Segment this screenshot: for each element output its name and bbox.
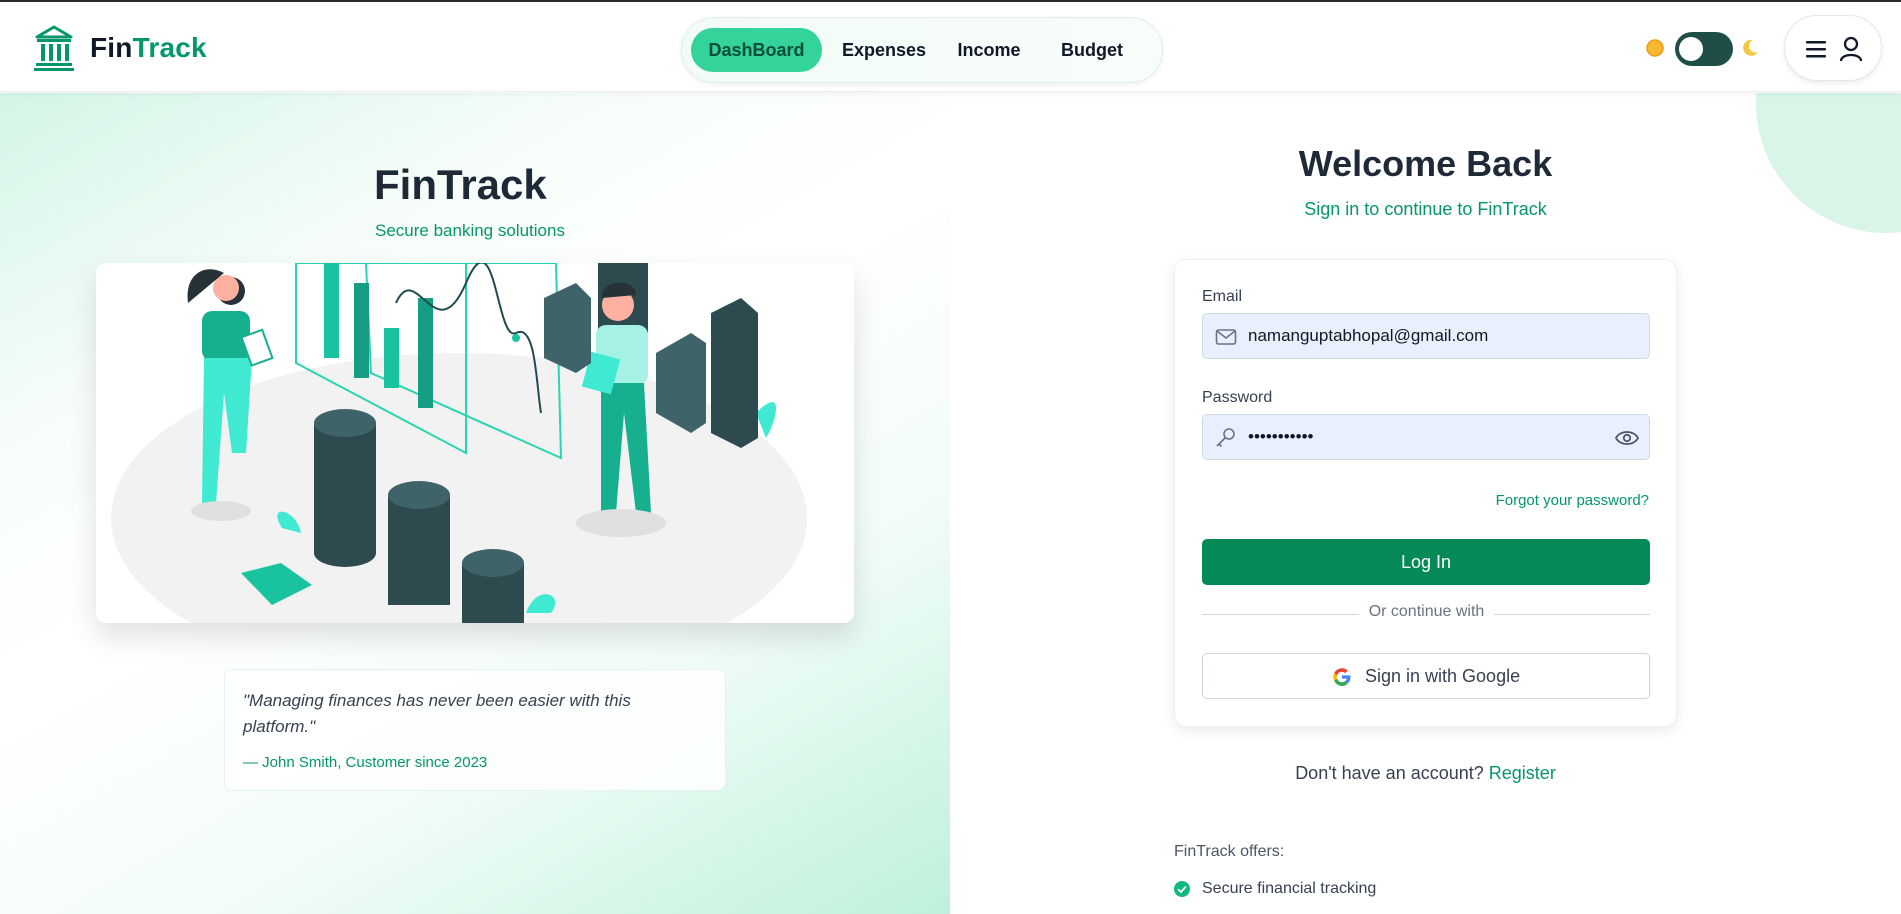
password-label: Password (1202, 389, 1273, 406)
mail-icon (1215, 329, 1237, 345)
brand-logo[interactable]: FinTrack (34, 24, 207, 72)
testimonial-quote: "Managing finances has never been easier… (243, 691, 631, 736)
key-icon (1216, 428, 1235, 448)
top-navbar: FinTrack DashBoard Expenses Income Budge… (0, 0, 1901, 92)
offer-item: Secure financial tracking (1174, 879, 1376, 899)
offers-title: FinTrack offers: (1174, 843, 1285, 860)
brand-name-fin: Fin (90, 32, 133, 63)
brand-name-track: Track (132, 32, 207, 63)
divider-text: Or continue with (1358, 603, 1495, 620)
welcome-subtitle: Sign in to continue to FinTrack (1304, 199, 1547, 219)
main-nav: DashBoard Expenses Income Budget (681, 17, 1163, 83)
welcome-title: Welcome Back (1298, 143, 1553, 184)
user-icon (1839, 36, 1863, 62)
email-field[interactable]: namanguptabhopal@gmail.com (1202, 313, 1650, 359)
password-value: ••••••••••• (1248, 427, 1314, 446)
sun-icon (1646, 39, 1664, 57)
moon-icon (1743, 39, 1758, 56)
user-menu-button[interactable] (1784, 15, 1882, 81)
nav-expenses[interactable]: Expenses (832, 28, 936, 72)
nav-income[interactable]: Income (944, 28, 1034, 72)
theme-toggle[interactable] (1675, 32, 1733, 66)
no-account-text: Don't have an account? (1295, 763, 1484, 783)
eye-icon[interactable] (1615, 427, 1639, 449)
register-link[interactable]: Register (1489, 763, 1556, 783)
email-value: namanguptabhopal@gmail.com (1248, 326, 1489, 345)
finance-illustration (96, 263, 854, 623)
forgot-password-link[interactable]: Forgot your password? (1496, 492, 1649, 509)
hero-subtitle: Secure banking solutions (375, 221, 565, 240)
hero-panel: FinTrack Secure banking solutions "Manag… (0, 93, 950, 914)
check-circle-icon (1174, 881, 1190, 897)
divider-label: Or continue with (1175, 603, 1678, 621)
offer-text: Secure financial tracking (1202, 880, 1377, 897)
login-button[interactable]: Log In (1202, 539, 1650, 585)
hero-title: FinTrack (374, 161, 547, 208)
register-prompt: Don't have an account? Register (950, 763, 1901, 784)
password-field[interactable]: ••••••••••• (1202, 414, 1650, 460)
illustration-graphic (111, 263, 807, 623)
google-icon (1333, 668, 1351, 686)
nav-dashboard[interactable]: DashBoard (691, 28, 822, 72)
google-signin-label: Sign in with Google (1365, 666, 1521, 686)
brand-name: FinTrack (90, 32, 207, 64)
bank-icon (34, 25, 74, 71)
login-panel: Welcome Back Sign in to continue to FinT… (950, 93, 1901, 914)
toggle-knob (1679, 37, 1703, 61)
testimonial-card: "Managing finances has never been easier… (224, 669, 726, 791)
nav-budget[interactable]: Budget (1044, 28, 1140, 72)
hamburger-icon (1806, 41, 1826, 58)
google-signin-button[interactable]: Sign in with Google (1202, 653, 1650, 699)
testimonial-author: — John Smith, Customer since 2023 (243, 754, 488, 771)
login-card: Email namanguptabhopal@gmail.com Passwor… (1174, 259, 1677, 727)
email-label: Email (1202, 288, 1243, 305)
